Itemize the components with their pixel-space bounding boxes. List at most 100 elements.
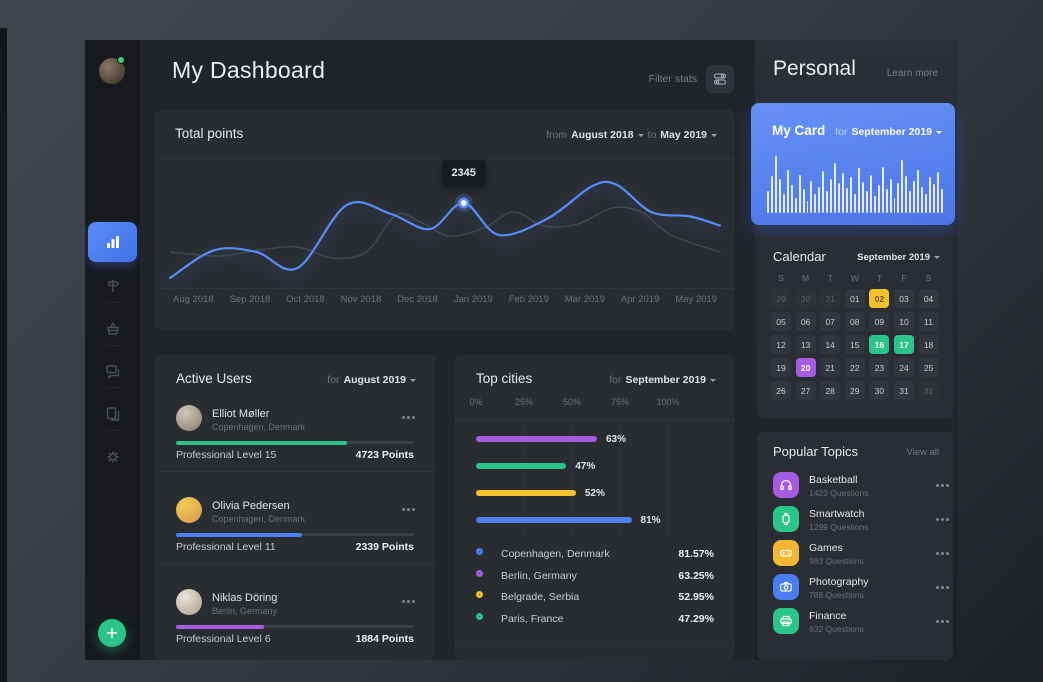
topic-row-games[interactable]: Games 983 Questions — [757, 540, 953, 570]
more-options-icon[interactable] — [936, 484, 939, 487]
more-options-icon[interactable] — [936, 552, 939, 555]
calendar-day[interactable]: 19 — [771, 358, 791, 377]
sidebar-item-directions[interactable] — [103, 276, 122, 295]
calendar-day[interactable]: 16 — [869, 335, 889, 354]
mini-bar — [846, 188, 848, 213]
period-dropdown[interactable]: September 2019 — [857, 252, 930, 263]
calendar-day[interactable]: 01 — [845, 289, 865, 308]
topic-row-finance[interactable]: Finance 632 Questions — [757, 608, 953, 638]
period-dropdown[interactable]: September 2019 — [625, 374, 706, 386]
topic-row-photography[interactable]: Photography 788 Questions — [757, 574, 953, 604]
calendar-day[interactable]: 05 — [771, 312, 791, 331]
highlight-point[interactable] — [460, 199, 468, 207]
page-title: My Dashboard — [172, 57, 325, 84]
calendar-day[interactable]: 03 — [894, 289, 914, 308]
calendar-day[interactable]: 31 — [820, 289, 840, 308]
gamepad-icon — [773, 540, 799, 566]
user-row[interactable]: Elliot MøllerCopenhagen, DenmarkProfessi… — [155, 405, 435, 491]
topic-row-smartwatch[interactable]: Smartwatch 1299 Questions — [757, 506, 953, 536]
more-options-icon[interactable] — [402, 416, 405, 419]
calendar-day[interactable]: 12 — [771, 335, 791, 354]
period-selector[interactable]: September 2019 — [857, 252, 940, 263]
more-options-icon[interactable] — [936, 586, 939, 589]
period-dropdown[interactable]: August 2019 — [344, 374, 406, 386]
calendar-day[interactable]: 27 — [796, 381, 816, 400]
more-options-icon[interactable] — [936, 518, 939, 521]
legend-value: 47.29% — [678, 613, 714, 625]
sidebar-item-documents[interactable] — [103, 404, 122, 423]
learn-more-link[interactable]: Learn more — [887, 68, 938, 79]
calendar-day[interactable]: 21 — [820, 358, 840, 377]
period-selector[interactable]: for September 2019 — [609, 374, 716, 386]
period-dropdown[interactable]: September 2019 — [851, 126, 932, 138]
left-edge-strip — [0, 28, 7, 682]
calendar-day[interactable]: 30 — [869, 381, 889, 400]
period-selector[interactable]: for August 2019 — [327, 374, 416, 386]
calendar-day[interactable]: 22 — [845, 358, 865, 377]
city-bar[interactable] — [476, 463, 566, 469]
from-dropdown[interactable]: August 2018 — [571, 129, 633, 141]
city-bar[interactable] — [476, 436, 597, 442]
topic-questions: 983 Questions — [809, 556, 864, 566]
my-card[interactable]: My Card for September 2019 — [751, 103, 955, 225]
calendar-day[interactable]: 04 — [919, 289, 939, 308]
mini-bar — [791, 185, 793, 213]
calendar-day[interactable]: 15 — [845, 335, 865, 354]
legend-row[interactable]: Copenhagen, Denmark81.57% — [476, 548, 714, 562]
period-selector[interactable]: for September 2019 — [835, 126, 942, 138]
chevron-down-icon — [711, 134, 717, 140]
user-row[interactable]: Olivia PedersenCopenhagen, DenmarkProfes… — [155, 497, 435, 583]
calendar-day[interactable]: 30 — [796, 289, 816, 308]
calendar-day[interactable]: 26 — [771, 381, 791, 400]
calendar-day[interactable]: 08 — [845, 312, 865, 331]
calendar-day[interactable]: 29 — [845, 381, 865, 400]
calendar-day[interactable]: 18 — [919, 335, 939, 354]
view-all-link[interactable]: View all — [906, 447, 939, 458]
calendar-day[interactable]: 14 — [820, 335, 840, 354]
sidebar-item-stats[interactable] — [88, 222, 137, 262]
calendar-day[interactable]: 31 — [919, 381, 939, 400]
calendar-day[interactable]: 13 — [796, 335, 816, 354]
calendar-day[interactable]: 17 — [894, 335, 914, 354]
city-bar[interactable] — [476, 490, 576, 496]
topic-questions: 788 Questions — [809, 590, 864, 600]
to-dropdown[interactable]: May 2019 — [660, 129, 707, 141]
calendar-day[interactable]: 29 — [771, 289, 791, 308]
main-area: My Dashboard Filter stats Total points f… — [140, 40, 755, 660]
axis-tick-label: 0% — [469, 397, 482, 407]
filter-stats-button[interactable] — [706, 65, 734, 93]
more-options-icon[interactable] — [936, 620, 939, 623]
sidebar-item-messages[interactable] — [103, 361, 122, 380]
panel-title: Personal — [773, 57, 856, 81]
calendar-day[interactable]: 02 — [869, 289, 889, 308]
calendar-day[interactable]: 23 — [869, 358, 889, 377]
calendar-day[interactable]: 10 — [894, 312, 914, 331]
topic-row-basketball[interactable]: Basketball 1423 Questions — [757, 472, 953, 502]
calendar-day[interactable]: 07 — [820, 312, 840, 331]
line-series-current — [170, 182, 720, 278]
calendar-card: Calendar September 2019 SMTWTFS 29303101… — [757, 237, 953, 418]
top-cities-card: Top cities for September 2019 0%25%50%75… — [455, 355, 735, 660]
sidebar-item-shop[interactable] — [103, 319, 122, 338]
add-button[interactable] — [98, 619, 126, 647]
city-bar[interactable] — [476, 517, 632, 523]
user-row[interactable]: Niklas DöringBerlin, GermanyProfessional… — [155, 589, 435, 675]
calendar-day[interactable]: 11 — [919, 312, 939, 331]
calendar-day[interactable]: 09 — [869, 312, 889, 331]
calendar-day[interactable]: 28 — [820, 381, 840, 400]
calendar-day[interactable]: 06 — [796, 312, 816, 331]
mini-bar — [799, 175, 801, 213]
legend-row[interactable]: Paris, France47.29% — [476, 613, 714, 627]
calendar-day[interactable]: 31 — [894, 381, 914, 400]
calendar-day[interactable]: 20 — [796, 358, 816, 377]
mini-bar — [858, 168, 860, 213]
sidebar-item-settings[interactable] — [103, 447, 122, 466]
more-options-icon[interactable] — [402, 600, 405, 603]
calendar-day[interactable]: 24 — [894, 358, 914, 377]
calendar-day[interactable]: 25 — [919, 358, 939, 377]
legend-row[interactable]: Berlin, Germany63.25% — [476, 570, 714, 584]
more-options-icon[interactable] — [402, 508, 405, 511]
legend-row[interactable]: Belgrade, Serbia52.95% — [476, 591, 714, 605]
topic-name: Finance — [809, 610, 846, 622]
documents-icon — [104, 405, 122, 423]
